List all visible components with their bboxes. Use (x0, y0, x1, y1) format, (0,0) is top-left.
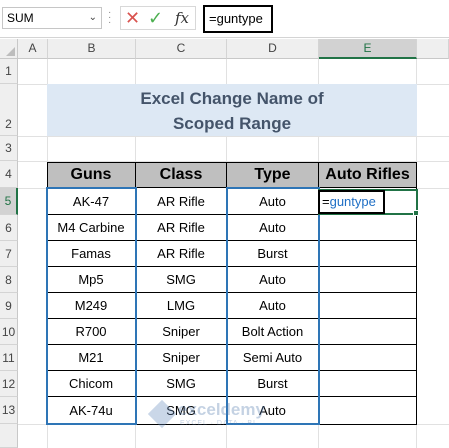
name-box[interactable]: SUM ⌄ (2, 7, 102, 29)
table-cell[interactable]: Auto (227, 267, 319, 293)
column-header-a[interactable]: A (18, 39, 48, 59)
title-line-2: Scoped Range (172, 114, 292, 133)
column-header-e[interactable]: E (319, 39, 417, 59)
table-header-guns[interactable]: Guns (47, 162, 136, 188)
row-header-13[interactable]: 13 (0, 397, 18, 424)
select-all-button[interactable] (0, 39, 18, 59)
watermark-name: exceldemy (178, 400, 265, 419)
table-header-type[interactable]: Type (227, 162, 319, 188)
table-cell[interactable]: Auto (227, 215, 319, 241)
row-header-3[interactable]: 3 (0, 136, 18, 161)
insert-function-icon[interactable]: fx (175, 8, 189, 28)
table-cell[interactable]: Bolt Action (227, 319, 319, 345)
sheet-title: Excel Change Name of Scoped Range (47, 84, 417, 136)
watermark-tagline: EXCEL · DATA · BI (180, 420, 256, 427)
table-cell[interactable]: AK-74u (47, 397, 136, 425)
table-cell[interactable]: Auto (227, 188, 319, 215)
table-cell[interactable] (319, 397, 417, 425)
table-cell[interactable]: Chicom (47, 371, 136, 397)
table-cell[interactable] (319, 345, 417, 371)
column-header-f[interactable] (417, 39, 449, 59)
table-cell[interactable] (319, 267, 417, 293)
table-cell[interactable]: AR Rifle (136, 241, 227, 267)
row-header-10[interactable]: 10 (0, 319, 18, 345)
exceldemy-logo-icon (147, 399, 177, 429)
row-header-5[interactable]: 5 (0, 188, 18, 215)
table-header-auto-rifles[interactable]: Auto Rifles (319, 162, 417, 188)
row-header-12[interactable]: 12 (0, 371, 18, 397)
table-cell[interactable]: Mp5 (47, 267, 136, 293)
table-cell[interactable] (319, 319, 417, 345)
column-header-b[interactable]: B (48, 39, 136, 59)
name-box-value: SUM (7, 11, 34, 25)
table-cell[interactable]: AK-47 (47, 188, 136, 215)
table-cell[interactable]: M21 (47, 345, 136, 371)
table-cell[interactable]: AR Rifle (136, 215, 227, 241)
enter-icon[interactable]: ✓ (148, 8, 163, 28)
row-header-11[interactable]: 11 (0, 345, 18, 371)
gridline (18, 136, 449, 137)
table-cell[interactable]: Burst (227, 241, 319, 267)
row-header-2[interactable]: 2 (0, 84, 18, 136)
table-cell[interactable]: LMG (136, 293, 227, 319)
formula-reference: guntype (329, 194, 376, 209)
active-cell-editor[interactable]: =guntype (318, 190, 385, 214)
row-header-9[interactable]: 9 (0, 293, 18, 319)
title-line-1: Excel Change Name of (140, 89, 324, 108)
table-cell[interactable] (319, 241, 417, 267)
formula-equals: = (322, 194, 330, 209)
table-cell[interactable]: Sniper (136, 319, 227, 345)
formula-bar: SUM ⌄ · · · ✕ ✓ fx =guntype (0, 0, 449, 38)
table-cell[interactable]: M249 (47, 293, 136, 319)
more-icon: · · · (108, 7, 112, 28)
row-header-8[interactable]: 8 (0, 267, 18, 293)
cancel-icon[interactable]: ✕ (125, 8, 140, 28)
table-cell[interactable] (319, 215, 417, 241)
table-cell[interactable] (319, 371, 417, 397)
table-cell[interactable]: Auto (227, 293, 319, 319)
table-cell[interactable]: AR Rifle (136, 188, 227, 215)
table-cell[interactable]: Semi Auto (227, 345, 319, 371)
row-header-7[interactable]: 7 (0, 241, 18, 267)
column-header-c[interactable]: C (136, 39, 227, 59)
table-cell[interactable] (319, 293, 417, 319)
row-header-14[interactable] (0, 424, 18, 448)
formula-buttons: ✕ ✓ fx (120, 6, 196, 30)
column-header-d[interactable]: D (227, 39, 319, 59)
watermark: exceldemy EXCEL · DATA · BI (147, 398, 292, 434)
table-cell[interactable]: Burst (227, 371, 319, 397)
fill-handle[interactable] (413, 210, 419, 216)
formula-input[interactable]: =guntype (203, 5, 273, 33)
chevron-down-icon[interactable]: ⌄ (89, 8, 97, 28)
table-cell[interactable]: SMG (136, 267, 227, 293)
table-cell[interactable]: M4 Carbine (47, 215, 136, 241)
table-header-class[interactable]: Class (136, 162, 227, 188)
table-cell[interactable]: SMG (136, 371, 227, 397)
table-cell[interactable]: R700 (47, 319, 136, 345)
table-cell[interactable]: Sniper (136, 345, 227, 371)
table-cell[interactable]: Famas (47, 241, 136, 267)
row-header-4[interactable]: 4 (0, 161, 18, 188)
row-header-6[interactable]: 6 (0, 215, 18, 241)
row-header-1[interactable]: 1 (0, 59, 18, 84)
